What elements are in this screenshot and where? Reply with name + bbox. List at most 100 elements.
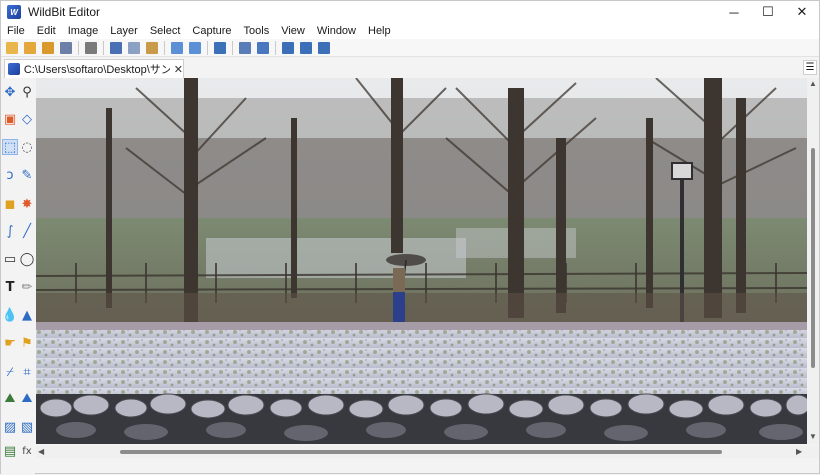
lasso-tool-icon: ↄ: [6, 167, 14, 183]
menu-select[interactable]: Select: [144, 23, 187, 39]
function-fx-icon: fx: [22, 445, 32, 457]
zoom-tool[interactable]: ⚲: [19, 84, 35, 100]
maximize-button[interactable]: ☐: [751, 1, 785, 23]
text-tool[interactable]: T: [2, 279, 18, 295]
scroll-down-icon[interactable]: ▼: [809, 432, 817, 441]
mountain-filter[interactable]: ⛰: [2, 390, 18, 406]
vertical-scroll-thumb[interactable]: [811, 148, 815, 368]
blur-tool-icon: 💧: [1, 307, 19, 323]
ellipse-tool[interactable]: ◯: [19, 251, 35, 267]
layer-effect-icon: ▧: [20, 419, 34, 435]
copy-button[interactable]: [126, 40, 142, 56]
smudge-tool[interactable]: ☛: [2, 335, 18, 351]
toolbar-separator: [232, 40, 233, 55]
menu-bar: File Edit Image Layer Select Capture Too…: [1, 23, 819, 39]
document-tab[interactable]: C:\Users\softaro\Desktop\サンプル\... ✕: [4, 59, 184, 78]
close-tab-icon[interactable]: ✕: [174, 63, 183, 76]
transform-tool[interactable]: ◇: [19, 111, 35, 127]
crop-tool[interactable]: ⌗: [19, 364, 35, 380]
resize-image-button[interactable]: [237, 40, 253, 56]
function-fx[interactable]: fx: [19, 443, 35, 459]
photo-adjust[interactable]: ▤: [2, 443, 18, 459]
stamp-tool[interactable]: ⚑: [19, 335, 35, 351]
pencil-tool[interactable]: ✏: [19, 279, 35, 295]
document-icon: [8, 63, 20, 75]
rectangle-tool[interactable]: ▭: [2, 251, 18, 267]
title-bar[interactable]: W WildBit Editor ─ ☐ ✕: [1, 1, 819, 23]
scroll-right-icon[interactable]: ▶: [796, 446, 802, 458]
eyedropper-tool[interactable]: ⌿: [2, 364, 18, 380]
rect-select-tool[interactable]: ⬚: [2, 139, 18, 155]
open-folder-button[interactable]: [22, 40, 38, 56]
menu-image[interactable]: Image: [62, 23, 105, 39]
tab-list-menu-icon[interactable]: ☰: [803, 60, 817, 75]
window-controls: ─ ☐ ✕: [717, 1, 819, 23]
pencil-tool-icon: ✏: [21, 279, 33, 295]
layer-effect[interactable]: ▧: [19, 419, 35, 435]
scroll-up-icon[interactable]: ▲: [809, 79, 817, 88]
print-button[interactable]: [83, 40, 99, 56]
screen-capture-button[interactable]: [212, 40, 228, 56]
close-button[interactable]: ✕: [785, 1, 819, 23]
smudge-tool-icon: ☛: [4, 335, 16, 351]
minimize-button[interactable]: ─: [717, 1, 751, 23]
sharpen-tool[interactable]: ▲: [19, 307, 35, 323]
blur-tool[interactable]: 💧: [2, 307, 18, 323]
menu-layer[interactable]: Layer: [104, 23, 144, 39]
crop-select-icon: ▣: [3, 111, 17, 127]
move-tool[interactable]: ✥: [2, 84, 18, 100]
cut-button[interactable]: [108, 40, 124, 56]
open-recent-button[interactable]: [40, 40, 56, 56]
undo-icon: [171, 41, 183, 54]
print-icon: [85, 41, 97, 54]
image-layer[interactable]: ▨: [2, 419, 18, 435]
batch-convert-icon: [257, 41, 269, 54]
horizontal-scrollbar[interactable]: ◀ ▶: [36, 446, 807, 458]
menu-view[interactable]: View: [275, 23, 311, 39]
paste-button[interactable]: [144, 40, 160, 56]
horizontal-scroll-thumb[interactable]: [120, 450, 722, 454]
new-file-button[interactable]: [4, 40, 20, 56]
crop-tool-icon: ⌗: [23, 364, 31, 380]
copy-icon: [128, 41, 140, 54]
image-properties-icon: [60, 41, 72, 54]
app-logo-icon: W: [7, 5, 21, 19]
line-tool[interactable]: ╱: [19, 223, 35, 239]
toolbar-separator: [275, 40, 276, 55]
menu-edit[interactable]: Edit: [31, 23, 62, 39]
tile-horizontal-button[interactable]: [298, 40, 314, 56]
tile-vertical-button[interactable]: [316, 40, 332, 56]
tile-vertical-icon: [318, 41, 330, 54]
mountain-filter-icon: ⛰: [4, 390, 16, 406]
transform-tool-icon: ◇: [22, 111, 32, 127]
lasso-tool[interactable]: ↄ: [2, 167, 18, 183]
auto-select[interactable]: ✸: [19, 196, 35, 212]
curve-tool-icon: ∫: [6, 223, 14, 239]
scroll-corner: [807, 446, 819, 458]
menu-help[interactable]: Help: [362, 23, 397, 39]
image-canvas[interactable]: [36, 78, 807, 444]
crop-select[interactable]: ▣: [2, 111, 18, 127]
menu-tools[interactable]: Tools: [238, 23, 276, 39]
landscape-filter-icon: ⛰: [21, 390, 33, 406]
menu-file[interactable]: File: [1, 23, 31, 39]
document-tab-label: C:\Users\softaro\Desktop\サンプル\...: [23, 64, 170, 76]
rectangle-tool-icon: ▭: [3, 251, 17, 267]
image-properties-button[interactable]: [58, 40, 74, 56]
vertical-scrollbar[interactable]: ▲ ▼: [807, 78, 819, 444]
curve-tool[interactable]: ∫: [2, 223, 18, 239]
redo-button[interactable]: [187, 40, 203, 56]
menu-capture[interactable]: Capture: [186, 23, 237, 39]
batch-convert-button[interactable]: [255, 40, 271, 56]
line-tool-icon: ╱: [23, 223, 31, 239]
ellipse-select-tool[interactable]: ◌: [19, 139, 35, 155]
landscape-filter[interactable]: ⛰: [19, 390, 35, 406]
cascade-windows-button[interactable]: [280, 40, 296, 56]
brush-tool[interactable]: ✎: [19, 167, 35, 183]
zoom-tool-icon: ⚲: [22, 84, 32, 100]
fill-select[interactable]: ◼: [2, 196, 18, 212]
undo-button[interactable]: [169, 40, 185, 56]
scroll-left-icon[interactable]: ◀: [38, 446, 44, 458]
menu-window[interactable]: Window: [311, 23, 362, 39]
rect-select-tool-icon: ⬚: [3, 139, 17, 155]
